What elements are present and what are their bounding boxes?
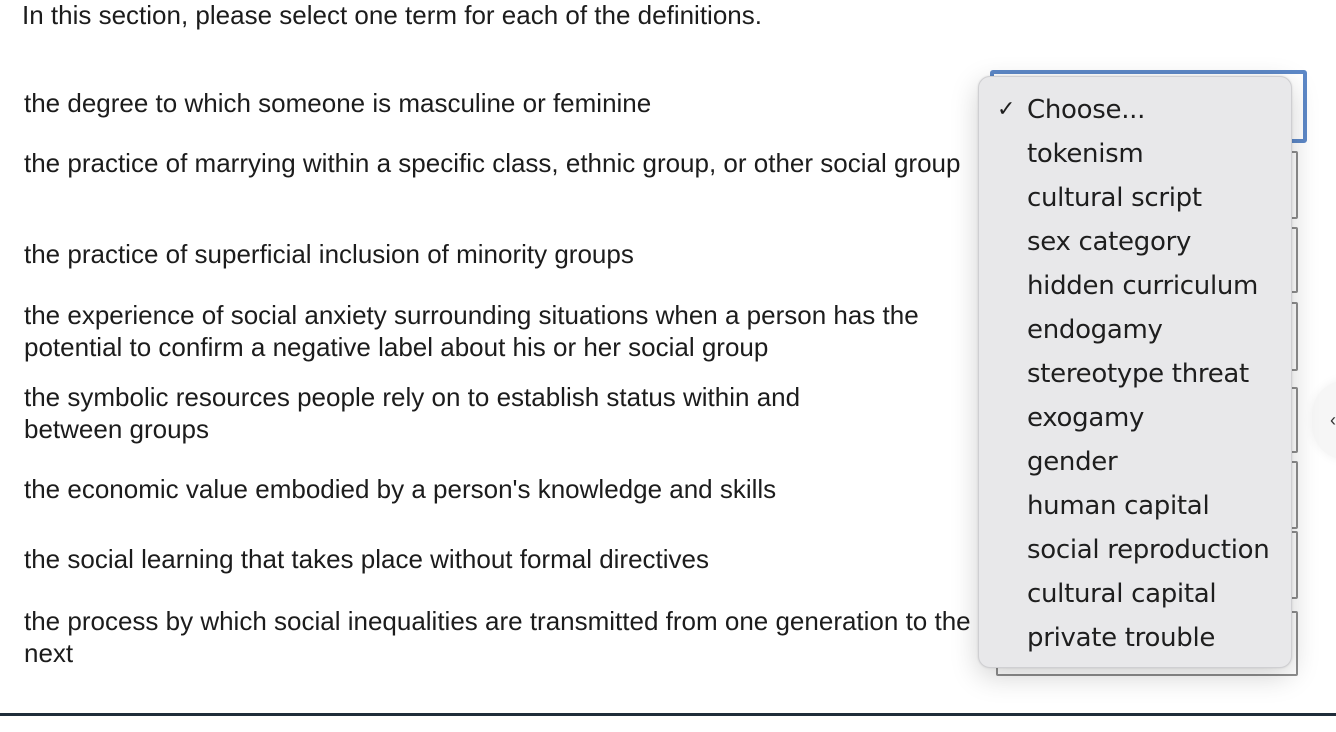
dropdown-option[interactable]: gender	[979, 442, 1291, 486]
dropdown-option[interactable]: social reproduction	[979, 530, 1291, 574]
page-divider	[0, 713, 1336, 716]
dropdown-option[interactable]: tokenism	[979, 134, 1291, 178]
checkmark-icon: ✓	[997, 97, 1016, 122]
definition-text: the practice of superficial inclusion of…	[24, 239, 634, 269]
dropdown-option[interactable]: sex category	[979, 222, 1291, 266]
dropdown-option[interactable]: endogamy	[979, 310, 1291, 354]
dropdown-option[interactable]: human capital	[979, 486, 1291, 530]
definition-text: the process by which social inequalities…	[24, 606, 971, 668]
dropdown-option-choose[interactable]: ✓ Choose...	[979, 90, 1291, 134]
definition-text: the social learning that takes place wit…	[24, 544, 710, 574]
dropdown-option[interactable]: private trouble	[979, 618, 1291, 662]
chevron-left-icon: ‹	[1330, 410, 1336, 430]
definition-text: the symbolic resources people rely on to…	[24, 382, 801, 444]
definition-text: the economic value embodied by a person'…	[24, 474, 777, 504]
option-label: Choose...	[1027, 95, 1146, 125]
instructions-text: In this section, please select one term …	[22, 0, 762, 30]
definition-text: the practice of marrying within a specif…	[24, 148, 961, 178]
dropdown-option[interactable]: stereotype threat	[979, 354, 1291, 398]
dropdown-option[interactable]: cultural script	[979, 178, 1291, 222]
definition-text: the degree to which someone is masculine…	[24, 88, 652, 118]
dropdown-option[interactable]: hidden curriculum	[979, 266, 1291, 310]
dropdown-popup: ✓ Choose... tokenism cultural script sex…	[978, 76, 1292, 668]
definition-text: the experience of social anxiety surroun…	[24, 300, 919, 362]
side-nav-button[interactable]: ‹	[1312, 380, 1336, 460]
dropdown-option[interactable]: cultural capital	[979, 574, 1291, 618]
dropdown-option[interactable]: exogamy	[979, 398, 1291, 442]
